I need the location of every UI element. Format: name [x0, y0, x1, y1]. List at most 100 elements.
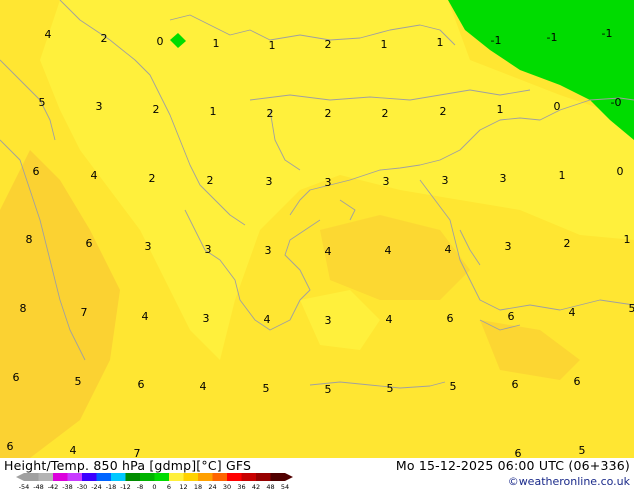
value-label: 3: [383, 175, 390, 188]
colorbar-tick-label: -42: [48, 483, 59, 490]
value-label: 4: [91, 169, 98, 182]
value-label: 6: [447, 312, 454, 325]
value-label: 6: [7, 440, 14, 453]
colorbar-tick-label: 12: [179, 483, 187, 490]
value-label: 6: [512, 378, 519, 391]
value-label: 4: [70, 444, 77, 457]
colorbar-tick-label: 48: [266, 483, 274, 490]
value-label: 2: [207, 174, 214, 187]
colorbar: -54 -48 -42 -38 -30 -24 -18 -12 -8 0 6 12 18 24 30 36 42…: [16, 473, 293, 490]
colorbar-swatch: [169, 473, 184, 481]
value-label: 5: [263, 382, 270, 395]
value-label: -0: [611, 96, 622, 109]
colorbar-swatch: [212, 473, 227, 481]
value-label: 5: [450, 380, 457, 393]
value-label: 2: [325, 38, 332, 51]
colorbar-tick-label: 36: [237, 483, 245, 490]
value-label: 1: [381, 38, 388, 51]
value-label: 3: [325, 314, 332, 327]
value-label: -1: [491, 34, 502, 47]
value-label: 4: [45, 28, 52, 41]
value-label: 2: [382, 107, 389, 120]
value-label: 4: [142, 310, 149, 323]
value-label: 2: [564, 237, 571, 250]
value-label: 8: [26, 233, 33, 246]
value-label: 5: [325, 383, 332, 396]
colorbar-swatch: [256, 473, 271, 481]
value-label: 8: [20, 302, 27, 315]
value-label: 4: [386, 313, 393, 326]
value-label: 1: [559, 169, 566, 182]
colorbar-left-arrow: [16, 473, 24, 481]
value-label: 2: [153, 103, 160, 116]
value-label: 5: [387, 382, 394, 395]
value-label: 1: [213, 37, 220, 50]
colorbar-tick-label: 0: [152, 483, 156, 490]
value-label: 5: [39, 96, 46, 109]
value-label: 7: [134, 447, 141, 458]
value-label: 4: [569, 306, 576, 319]
colorbar-tick-label: -8: [137, 483, 143, 490]
value-label: -1: [602, 27, 613, 40]
value-label: 3: [442, 174, 449, 187]
colorbar-tick-label: -54: [19, 483, 30, 490]
value-label: 0: [617, 165, 624, 178]
value-label: 3: [96, 100, 103, 113]
colorbar-tick-label: -24: [91, 483, 102, 490]
colorbar-swatch: [24, 473, 39, 481]
valid-time: Mo 15-12-2025 06:00 UTC (06+336): [395, 458, 630, 473]
value-label: 6: [13, 371, 20, 384]
value-label: 3: [265, 244, 272, 257]
temperature-map: 4 2 0 1 1 2 1 1 -1 -1 -15 3 2 1 2 2 2 2 1 0 -06 4 2 2 3 3 3 3 3 1 08 6 3…: [0, 0, 634, 458]
colorbar-tick-label: 24: [208, 483, 216, 490]
colorbar-swatch: [241, 473, 256, 481]
value-label: 2: [101, 32, 108, 45]
value-label: 4: [325, 245, 332, 258]
value-label: 3: [505, 240, 512, 253]
colorbar-swatch: [183, 473, 198, 481]
value-label: 3: [205, 243, 212, 256]
value-label: 1: [624, 233, 631, 246]
value-label: 7: [81, 306, 88, 319]
colorbar-swatch: [154, 473, 169, 481]
value-label: 0: [554, 100, 561, 113]
value-label: 6: [515, 447, 522, 458]
value-label: 3: [325, 176, 332, 189]
value-label: 3: [203, 312, 210, 325]
colorbar-right-arrow: [285, 473, 293, 481]
map-title: Height/Temp. 850 hPa [gdmp][°C] GFS: [4, 458, 252, 473]
colorbar-swatch: [96, 473, 111, 481]
colorbar-swatch: [67, 473, 82, 481]
value-label: 1: [269, 39, 276, 52]
credit-link[interactable]: ©weatheronline.co.uk: [508, 475, 630, 488]
colorbar-swatch: [140, 473, 155, 481]
colorbar-tick-label: 30: [223, 483, 231, 490]
colorbar-tick-label: -12: [120, 483, 131, 490]
colorbar-swatch: [227, 473, 242, 481]
colorbar-tick-label: -48: [33, 483, 44, 490]
colorbar-tick-label: -18: [106, 483, 117, 490]
colorbar-swatch: [38, 473, 53, 481]
colorbar-tick-label: -38: [62, 483, 73, 490]
footer-bar: Height/Temp. 850 hPa [gdmp][°C] GFS Mo 1…: [0, 458, 634, 490]
colorbar-swatch: [198, 473, 213, 481]
value-label: 2: [325, 107, 332, 120]
colorbar-tick-label: 54: [281, 483, 289, 490]
value-label: 5: [579, 444, 586, 457]
colorbar-tick-label: 18: [194, 483, 202, 490]
value-label: 4: [200, 380, 207, 393]
value-label: 6: [138, 378, 145, 391]
value-label: 3: [500, 172, 507, 185]
colorbar-tick-label: -30: [77, 483, 88, 490]
colorbar-swatch: [53, 473, 68, 481]
value-label: 6: [86, 237, 93, 250]
value-label: 4: [264, 313, 271, 326]
colorbar-swatch: [82, 473, 97, 481]
value-label: 2: [149, 172, 156, 185]
value-label: 6: [508, 310, 515, 323]
value-label: 1: [210, 105, 217, 118]
colorbar-swatch: [111, 473, 126, 481]
colorbar-swatch: [270, 473, 285, 481]
value-label: 6: [33, 165, 40, 178]
colorbar-tick-label: 42: [252, 483, 260, 490]
